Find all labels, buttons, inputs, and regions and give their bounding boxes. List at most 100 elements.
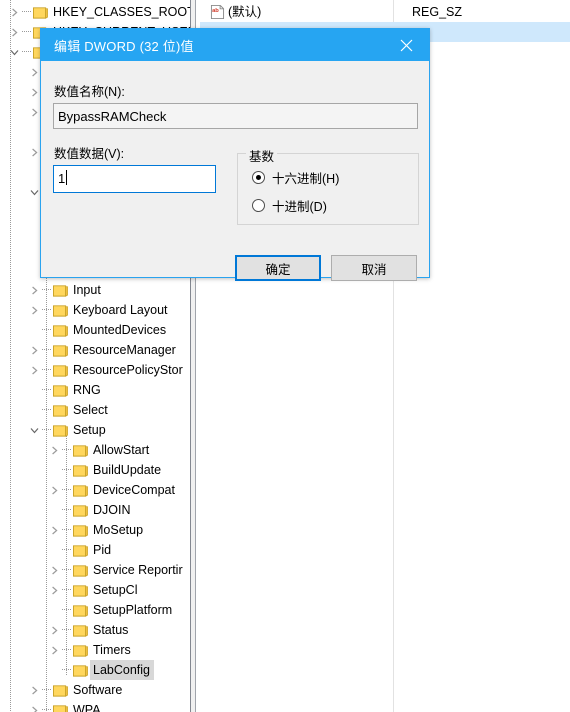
tree-dotline	[62, 660, 72, 680]
tree-twisty[interactable]	[46, 500, 62, 520]
tree-item-occluded[interactable]	[0, 182, 51, 202]
tree-item-resourcepolicystor[interactable]: ResourcePolicyStor	[0, 360, 190, 380]
tree-twisty[interactable]	[46, 540, 62, 560]
regedit-window: ab(默认)REG_SZ(数值未设置)0x00000000 (0) HKEY_C…	[0, 0, 570, 712]
tree-item-pid[interactable]: Pid	[0, 540, 190, 560]
folder-icon	[73, 585, 88, 597]
tree-item-select[interactable]: Select	[0, 400, 190, 420]
tree-item-rng[interactable]: RNG	[0, 380, 190, 400]
tree-twisty[interactable]	[46, 580, 62, 600]
tree-twisty[interactable]	[46, 620, 62, 640]
folder-icon	[72, 580, 90, 600]
tree-twisty[interactable]	[46, 460, 62, 480]
folder-icon	[73, 545, 88, 557]
tree-dotline	[62, 540, 72, 560]
tree-dotline	[42, 300, 52, 320]
cancel-button[interactable]: 取消	[331, 255, 417, 281]
tree-item-occluded[interactable]	[0, 142, 51, 162]
tree-item-setupcl[interactable]: SetupCl	[0, 580, 190, 600]
dialog-title-bar[interactable]: 编辑 DWORD (32 位)值	[41, 29, 429, 61]
tree-item-input[interactable]: Input	[0, 280, 190, 300]
tree-item-software[interactable]: Software	[0, 680, 190, 700]
tree-twisty[interactable]	[6, 22, 22, 42]
tree-twisty[interactable]	[26, 380, 42, 400]
tree-twisty[interactable]	[46, 520, 62, 540]
tree-item-mounteddevices[interactable]: MountedDevices	[0, 320, 190, 340]
tree-twisty[interactable]	[46, 640, 62, 660]
tree-item-label: MountedDevices	[73, 323, 167, 337]
folder-icon	[73, 465, 88, 477]
base-groupbox: 基数 十六进制(H) 十进制(D)	[237, 146, 419, 225]
tree-twisty[interactable]	[26, 400, 42, 420]
tree-item-devicecompat[interactable]: DeviceCompat	[0, 480, 190, 500]
tree-dotline	[22, 2, 32, 22]
tree-twisty[interactable]	[46, 440, 62, 460]
radio-decimal[interactable]: 十进制(D)	[252, 196, 327, 215]
folder-icon	[32, 2, 50, 22]
tree-item-hkey-classes-root[interactable]: HKEY_CLASSES_ROOT	[0, 2, 190, 22]
tree-twisty[interactable]	[26, 700, 42, 712]
tree-item-setup[interactable]: Setup	[0, 420, 190, 440]
tree-twisty[interactable]	[46, 560, 62, 580]
tree-item-occluded[interactable]	[0, 82, 51, 102]
tree-item-status[interactable]: Status	[0, 620, 190, 640]
tree-item-occluded[interactable]	[0, 102, 51, 122]
tree-dotline	[62, 640, 72, 660]
tree-dotline	[62, 620, 72, 640]
tree-item-occluded[interactable]	[0, 62, 51, 82]
chevron-right-icon	[32, 286, 38, 295]
value-name-cell: ab (默认)	[206, 2, 261, 22]
radio-hexadecimal[interactable]: 十六进制(H)	[252, 168, 339, 187]
tree-twisty[interactable]	[26, 360, 42, 380]
tree-item-label: DJOIN	[93, 503, 131, 517]
tree-item-buildupdate[interactable]: BuildUpdate	[0, 460, 190, 480]
chevron-right-icon	[32, 148, 38, 157]
tree-twisty[interactable]	[46, 480, 62, 500]
tree-item-mosetup[interactable]: MoSetup	[0, 520, 190, 540]
value-name-input[interactable]	[53, 103, 418, 129]
tree-twisty[interactable]	[26, 340, 42, 360]
tree-twisty[interactable]	[26, 320, 42, 340]
folder-icon	[73, 445, 88, 457]
tree-item-setupplatform[interactable]: SetupPlatform	[0, 600, 190, 620]
value-data-input[interactable]: 1	[53, 165, 216, 193]
tree-dotline	[42, 280, 52, 300]
tree-item-djoin[interactable]: DJOIN	[0, 500, 190, 520]
folder-icon	[52, 400, 70, 420]
tree-twisty[interactable]	[46, 660, 62, 680]
tree-item-keyboard-layout[interactable]: Keyboard Layout	[0, 300, 190, 320]
folder-icon	[53, 425, 68, 437]
tree-twisty[interactable]	[26, 420, 42, 440]
tree-item-timers[interactable]: Timers	[0, 640, 190, 660]
folder-icon	[72, 520, 90, 540]
tree-item-resourcemanager[interactable]: ResourceManager	[0, 340, 190, 360]
tree-twisty[interactable]	[46, 600, 62, 620]
tree-twisty[interactable]	[26, 680, 42, 700]
ok-button[interactable]: 确定	[235, 255, 321, 281]
tree-item-service-reportir[interactable]: Service Reportir	[0, 560, 190, 580]
tree-item-label: Select	[73, 403, 108, 417]
close-icon[interactable]	[383, 29, 429, 61]
svg-text:ab: ab	[212, 8, 219, 14]
tree-twisty[interactable]	[26, 300, 42, 320]
tree-item-wpa[interactable]: WPA	[0, 700, 190, 712]
folder-icon	[72, 600, 90, 620]
tree-item-labconfig[interactable]: LabConfig	[0, 660, 190, 680]
tree-twisty[interactable]	[26, 280, 42, 300]
folder-icon	[52, 280, 70, 300]
tree-item-allowstart[interactable]: AllowStart	[0, 440, 190, 460]
tree-item-label: WPA	[73, 703, 101, 712]
tree-dotline	[42, 360, 52, 380]
folder-icon	[53, 385, 68, 397]
dialog-body: 数值名称(N): 数值数据(V): 1 基数 十六进制(H) 十进制(D) 确定…	[41, 61, 429, 281]
tree-twisty[interactable]	[6, 42, 22, 62]
tree-item-label: DeviceCompat	[93, 483, 175, 497]
value-row[interactable]: ab(默认)REG_SZ(数值未设置)	[200, 2, 570, 22]
tree-twisty[interactable]	[6, 2, 22, 22]
